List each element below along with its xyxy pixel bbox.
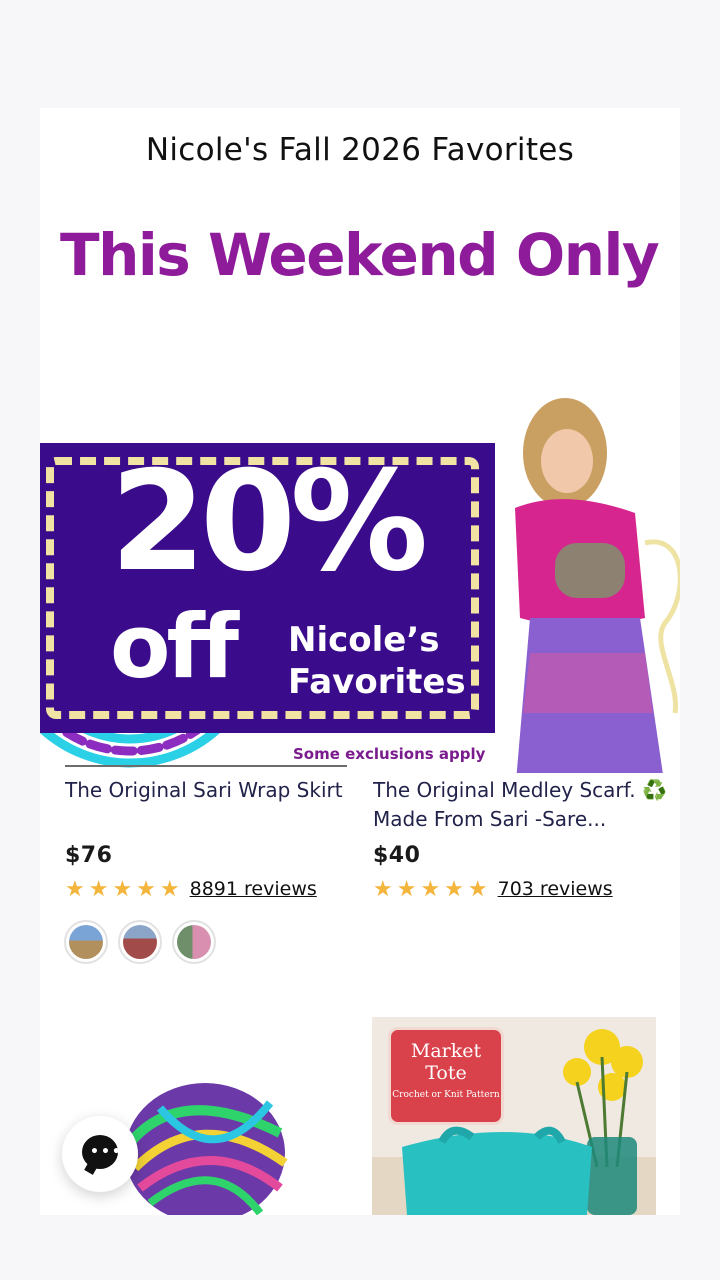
coupon-favorites-line1: Nicole’s: [288, 620, 440, 660]
reviews-link[interactable]: 8891 reviews: [190, 878, 317, 900]
exclusions-note: Some exclusions apply: [293, 745, 486, 763]
tote-label: Market Tote Crochet or Knit Pattern: [388, 1027, 504, 1125]
coupon-percent: 20%: [110, 441, 428, 602]
tote-label-line3: Crochet or Knit Pattern: [392, 1090, 500, 1100]
model-photo: [515, 398, 680, 773]
product-price: $76: [65, 843, 113, 868]
banner-headline: This Weekend Only: [60, 221, 660, 289]
section-title: Nicole's Fall 2026 Favorites: [145, 132, 575, 168]
variant-swatches: [64, 920, 216, 964]
market-tote-image[interactable]: Market Tote Crochet or Knit Pattern: [372, 1017, 656, 1215]
star-rating-icon: ★★★★★: [373, 876, 492, 901]
promo-banner[interactable]: This Weekend Only 20% off Nicole’s Favor…: [40, 213, 680, 773]
coupon-box: 20% off Nicole’s Favorites: [40, 443, 495, 733]
tote-label-line1: Market: [410, 1040, 482, 1062]
chat-button[interactable]: •••: [62, 1116, 138, 1192]
variant-swatch[interactable]: [64, 920, 108, 964]
divider: [65, 765, 347, 767]
reviews-link[interactable]: 703 reviews: [498, 878, 613, 900]
coupon-favorites-line2: Favorites: [288, 662, 466, 702]
yarn-skein-image[interactable]: [120, 1063, 290, 1215]
product-card-medley-scarf[interactable]: The Original Medley Scarf. ♻️ Made From …: [373, 776, 673, 902]
product-price: $40: [373, 843, 421, 868]
tote-label-line2: Tote: [425, 1062, 467, 1084]
chat-dots-icon: •••: [90, 1144, 123, 1160]
product-card-sari-wrap-skirt[interactable]: The Original Sari Wrap Skirt $76 ★★★★★ 8…: [65, 776, 365, 902]
variant-swatch[interactable]: [172, 920, 216, 964]
product-rating: ★★★★★ 703 reviews: [373, 876, 673, 902]
coupon-off: off: [110, 595, 239, 698]
product-title[interactable]: The Original Sari Wrap Skirt: [65, 776, 365, 834]
variant-swatch[interactable]: [118, 920, 162, 964]
star-rating-icon: ★★★★★: [65, 876, 184, 901]
favorites-card: Nicole's Fall 2026 Favorites This Weeken…: [40, 108, 680, 1215]
page: Nicole's Fall 2026 Favorites This Weeken…: [0, 0, 720, 1280]
product-rating: ★★★★★ 8891 reviews: [65, 876, 365, 902]
product-title[interactable]: The Original Medley Scarf. ♻️ Made From …: [373, 776, 673, 834]
